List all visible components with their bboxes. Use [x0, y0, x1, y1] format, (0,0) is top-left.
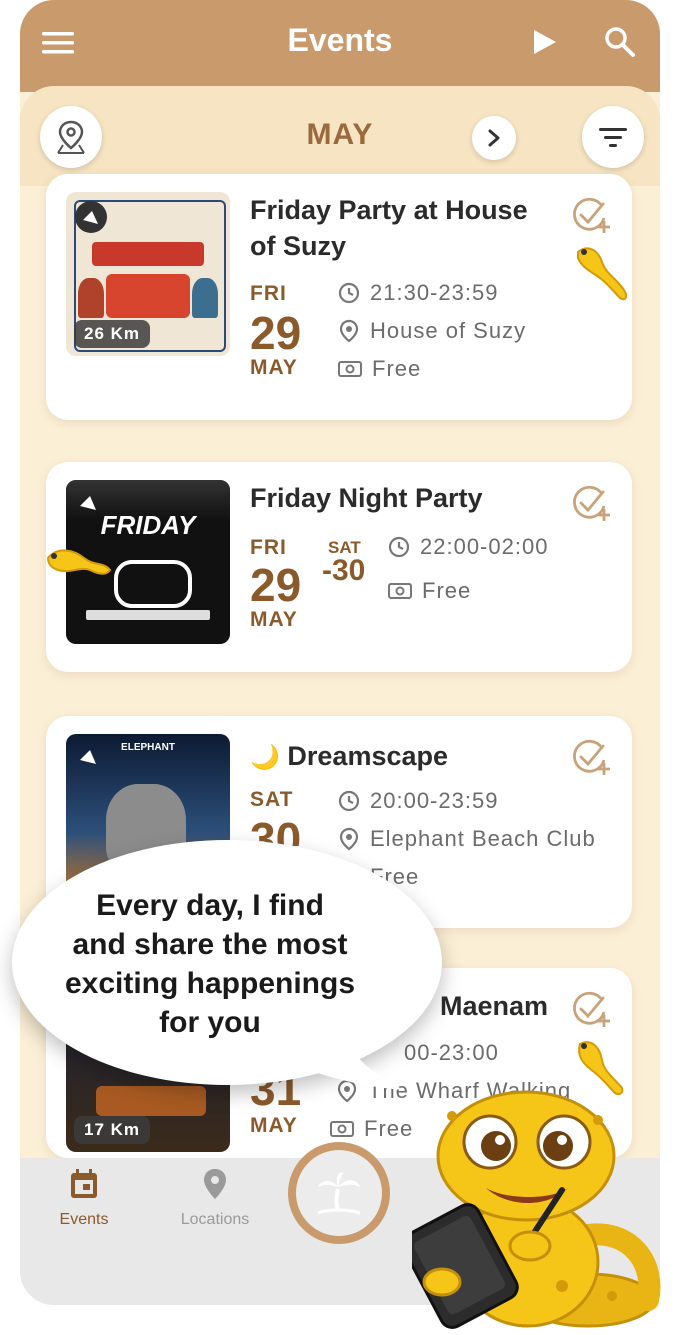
gecko-icon: [577, 247, 628, 301]
event-card[interactable]: 26 Km Friday Party at House of Suzy FRI …: [46, 174, 632, 420]
chevron-right-icon: [488, 129, 500, 147]
location-icon: [339, 319, 359, 343]
page-title: Events: [287, 22, 393, 58]
money-icon: [330, 1121, 354, 1137]
calendar-check-plus-icon[interactable]: [570, 196, 614, 236]
bubble-tail: [286, 1040, 404, 1090]
event-title: Friday Night Party: [250, 483, 483, 513]
location-icon: [204, 1169, 226, 1199]
top-bar: Events: [20, 0, 660, 92]
filter-icon: [599, 128, 627, 147]
distance-badge: 26 Km: [74, 320, 151, 348]
event-month: MAY: [250, 356, 298, 379]
event-title: Friday Party at House of Suzy: [250, 195, 528, 261]
event-title: 🌙 Dreamscape: [250, 741, 449, 771]
distance-badge: 17 Km: [74, 1116, 151, 1144]
money-icon: [388, 583, 412, 599]
event-location: Elephant Beach Club: [338, 826, 596, 852]
play-icon[interactable]: [532, 28, 558, 56]
megaphone-icon: [80, 750, 96, 764]
event-time: 00-23:00: [404, 1040, 499, 1065]
event-month: MAY: [250, 1114, 298, 1137]
next-month-button[interactable]: [472, 116, 516, 160]
clock-icon: [338, 790, 360, 812]
event-poster: 26 Km: [66, 192, 230, 356]
event-price: Free: [338, 356, 421, 382]
center-home-button[interactable]: [296, 1150, 382, 1236]
search-icon[interactable]: [604, 26, 636, 58]
event-month: MAY: [250, 608, 298, 631]
megaphone-icon: [75, 201, 107, 233]
location-icon: [339, 827, 359, 851]
nav-events[interactable]: Events: [48, 1168, 120, 1229]
nav-locations[interactable]: Locations: [170, 1168, 260, 1229]
event-day: FRI: [250, 536, 287, 559]
filter-button[interactable]: [582, 106, 644, 168]
event-date: 29: [250, 559, 302, 611]
gecko-icon: [46, 549, 112, 575]
event-day: SAT: [250, 788, 294, 811]
clock-icon: [338, 282, 360, 304]
event-price: Free: [388, 578, 471, 604]
calendar-icon: [71, 1169, 97, 1198]
calendar-check-plus-icon[interactable]: [570, 738, 614, 778]
event-time: 21:30-23:59: [338, 280, 498, 306]
event-time: 20:00-23:59: [338, 788, 498, 814]
event-location: House of Suzy: [338, 318, 526, 344]
event-card[interactable]: FRIDAY Friday Night Party FRI 29 SAT -30…: [46, 462, 632, 672]
gecko-mascot: [412, 1090, 661, 1329]
month-label: MAY: [306, 118, 374, 151]
event-title: Maenam: [440, 991, 549, 1021]
event-day: FRI: [250, 282, 287, 305]
palm-tree-icon: [317, 1172, 361, 1215]
event-time: 22:00-02:00: [388, 534, 548, 560]
clock-icon: [388, 536, 410, 558]
megaphone-icon: [80, 496, 96, 510]
money-icon: [338, 361, 362, 377]
calendar-check-plus-icon[interactable]: [570, 484, 614, 524]
event-end-date: -30: [322, 554, 366, 587]
event-date: 29: [250, 307, 302, 359]
event-price: Free: [330, 1116, 413, 1142]
calendar-check-plus-icon[interactable]: [570, 990, 614, 1030]
bubble-text: Every day, I find and share the most exc…: [64, 889, 356, 1039]
